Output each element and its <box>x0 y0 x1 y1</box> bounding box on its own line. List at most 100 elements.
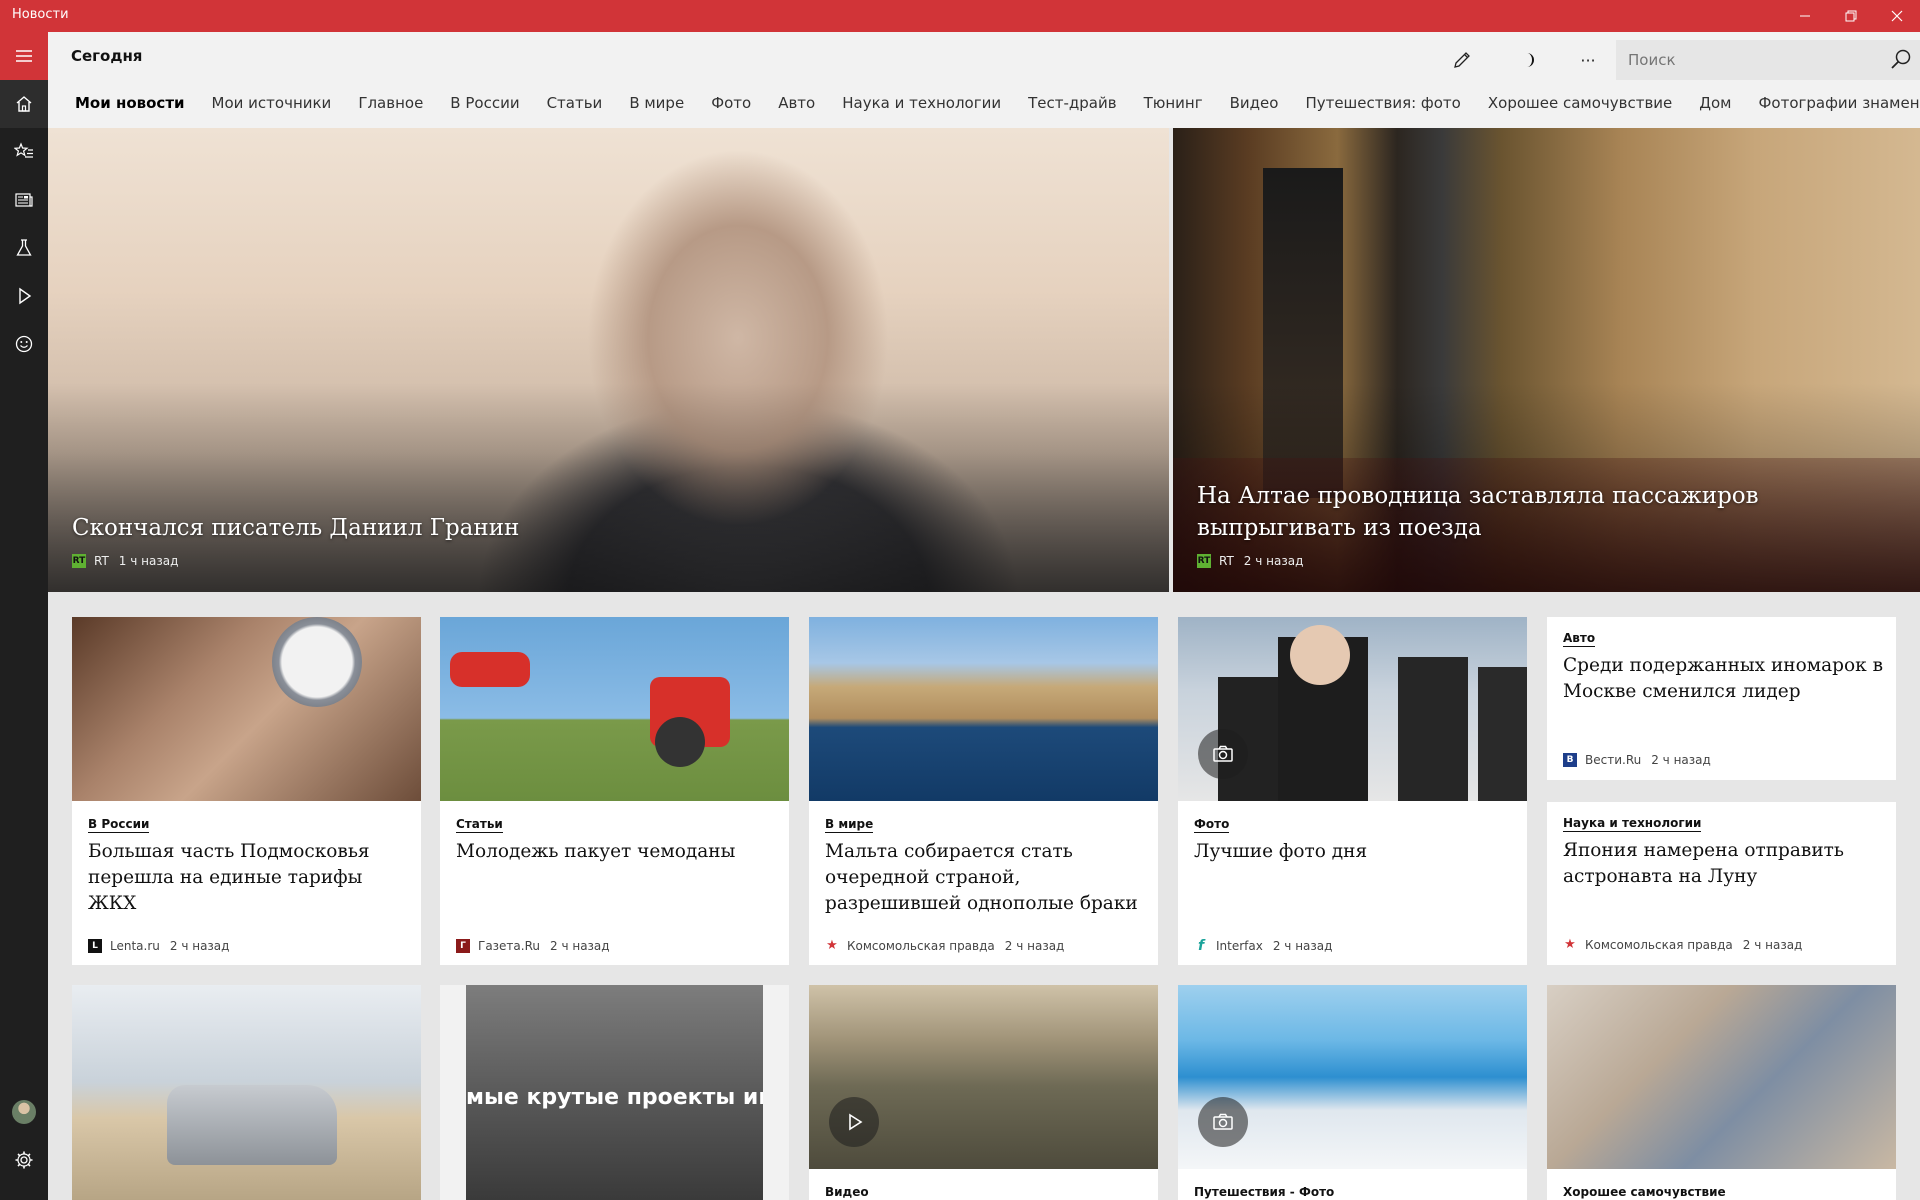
hero-meta-1: RT RT 1 ч назад <box>72 554 178 568</box>
side-time-1: 2 ч назад <box>1651 753 1711 767</box>
card-title-4[interactable]: Лучшие фото дня <box>1194 839 1514 865</box>
card-category-9[interactable]: Хорошее самочувствие <box>1563 1185 1726 1200</box>
moon-icon <box>1527 53 1534 67</box>
story-card-6[interactable]: мые крутые проекты ик <box>440 985 789 1200</box>
story-card-1[interactable]: В России Большая часть Подмосковья переш… <box>72 617 421 965</box>
hero-source-1: RT <box>94 554 109 568</box>
rail-science-button[interactable] <box>0 224 48 272</box>
hamburger-menu-button[interactable] <box>0 32 48 80</box>
story-card-3[interactable]: В мире Мальта собирается стать очередной… <box>809 617 1158 965</box>
minimize-button[interactable] <box>1782 0 1828 32</box>
card-category-1[interactable]: В России <box>88 817 150 833</box>
card-time-4: 2 ч назад <box>1272 939 1333 953</box>
story-card-5[interactable] <box>72 985 421 1200</box>
card-time-3: 2 ч назад <box>1004 939 1065 953</box>
restore-icon <box>1845 10 1857 22</box>
tab-12[interactable]: Путешествия: фото <box>1305 88 1460 118</box>
hero-story-2[interactable]: На Алтае проводница заставляла пассажиро… <box>1173 128 1920 592</box>
tab-15[interactable]: Фотографии знаменитостей <box>1759 88 1920 118</box>
card-image-1 <box>72 617 421 801</box>
camera-icon <box>1213 745 1233 762</box>
more-options-button[interactable]: ··· <box>1564 40 1612 80</box>
tab-11[interactable]: Видео <box>1230 88 1279 118</box>
story-card-2[interactable]: Статьи Молодежь пакует чемоданы Г Газета… <box>440 617 789 965</box>
rt-logo: RT <box>1197 554 1211 568</box>
rail-account-button[interactable] <box>0 1088 48 1136</box>
edit-button[interactable] <box>1438 40 1486 80</box>
gear-icon <box>15 1151 33 1169</box>
card-category-3[interactable]: В мире <box>825 817 874 833</box>
search-box <box>1616 40 1920 80</box>
tractor-wheel-shape <box>655 717 705 767</box>
side-card-1[interactable]: Авто Среди подержанных иномарок в Москве… <box>1547 617 1896 780</box>
card-category-8[interactable]: Путешествия - Фото <box>1194 1185 1334 1200</box>
tab-2[interactable]: Главное <box>358 88 423 118</box>
tab-0[interactable]: Мои новости <box>75 88 185 118</box>
hero-title-1[interactable]: Скончался писатель Даниил Гранин <box>72 512 772 544</box>
tab-13[interactable]: Хорошее самочувствие <box>1488 88 1672 118</box>
rail-settings-button[interactable] <box>0 1136 48 1184</box>
card-category-7[interactable]: Видео <box>825 1185 869 1200</box>
minimize-icon <box>1800 15 1810 17</box>
card-title-1[interactable]: Большая часть Подмосковья перешла на еди… <box>88 839 408 917</box>
tab-14[interactable]: Дом <box>1699 88 1731 118</box>
suit-shape-4 <box>1478 667 1527 801</box>
tab-3[interactable]: В России <box>450 88 519 118</box>
restore-button[interactable] <box>1828 0 1874 32</box>
tab-10[interactable]: Тюнинг <box>1144 88 1203 118</box>
side-title-2[interactable]: Япония намерена отправить астронавта на … <box>1563 838 1883 890</box>
story-card-9[interactable]: Хорошее самочувствие <box>1547 985 1896 1200</box>
story-card-8[interactable]: Путешествия - Фото <box>1178 985 1527 1200</box>
card-image-3 <box>809 617 1158 801</box>
card-meta-2: Г Газета.Ru 2 ч назад <box>456 939 610 953</box>
star-list-icon <box>14 142 33 158</box>
card-meta-3: ★ Комсомольская правда 2 ч назад <box>825 939 1065 954</box>
rail-local-button[interactable] <box>0 176 48 224</box>
card-source-4: Interfax <box>1216 939 1263 953</box>
rail-interests-button[interactable] <box>0 128 48 176</box>
story-card-7[interactable]: Видео <box>809 985 1158 1200</box>
theme-toggle-button[interactable] <box>1504 40 1552 80</box>
face-shape <box>1290 625 1350 685</box>
navigation-rail <box>0 32 48 1200</box>
card-category-4[interactable]: Фото <box>1194 817 1230 833</box>
pencil-icon <box>1454 52 1470 68</box>
tab-7[interactable]: Авто <box>778 88 815 118</box>
side-card-2[interactable]: Наука и технологии Япония намерена отпра… <box>1547 802 1896 965</box>
hero-story-1[interactable]: Скончался писатель Даниил Гранин RT RT 1… <box>48 128 1169 592</box>
story-card-4[interactable]: Фото Лучшие фото дня f Interfax 2 ч наза… <box>1178 617 1527 965</box>
gazeta-logo: Г <box>456 939 470 953</box>
vesti-logo: В <box>1563 753 1577 767</box>
search-icon[interactable] <box>1888 48 1914 72</box>
side-category-2[interactable]: Наука и технологии <box>1563 816 1702 832</box>
tab-8[interactable]: Наука и технологии <box>842 88 1001 118</box>
card-image-2 <box>440 617 789 801</box>
rail-entertainment-button[interactable] <box>0 320 48 368</box>
app-header: Сегодня ··· Мои новости Мои источники Глав… <box>48 32 1920 128</box>
tab-6[interactable]: Фото <box>711 88 751 118</box>
rail-home-button[interactable] <box>0 80 48 128</box>
card-title-3[interactable]: Мальта собирается стать очередной страно… <box>825 839 1145 917</box>
side-category-1[interactable]: Авто <box>1563 631 1596 647</box>
hero-time-2: 2 ч назад <box>1243 554 1304 568</box>
card-category-2[interactable]: Статьи <box>456 817 503 833</box>
tab-1[interactable]: Мои источники <box>212 88 332 118</box>
tab-4[interactable]: Статьи <box>547 88 603 118</box>
photo-gallery-badge-2 <box>1198 1097 1248 1147</box>
play-icon <box>19 287 32 305</box>
side-title-1[interactable]: Среди подержанных иномарок в Москве смен… <box>1563 653 1883 705</box>
card-title-2[interactable]: Молодежь пакует чемоданы <box>456 839 776 865</box>
close-button[interactable] <box>1874 0 1920 32</box>
side-source-1: Вести.Ru <box>1585 753 1642 767</box>
tab-9[interactable]: Тест-драйв <box>1028 88 1116 118</box>
hero-title-2[interactable]: На Алтае проводница заставляла пассажиро… <box>1197 480 1837 544</box>
side-time-2: 2 ч назад <box>1742 938 1803 952</box>
camera-icon <box>1213 1113 1233 1130</box>
rail-video-button[interactable] <box>0 272 48 320</box>
video-play-badge[interactable] <box>829 1097 879 1147</box>
tab-5[interactable]: В мире <box>629 88 684 118</box>
play-icon <box>849 1113 863 1131</box>
card-source-1: Lenta.ru <box>110 939 160 953</box>
plane-shape <box>450 652 530 687</box>
search-input[interactable] <box>1616 40 1876 80</box>
